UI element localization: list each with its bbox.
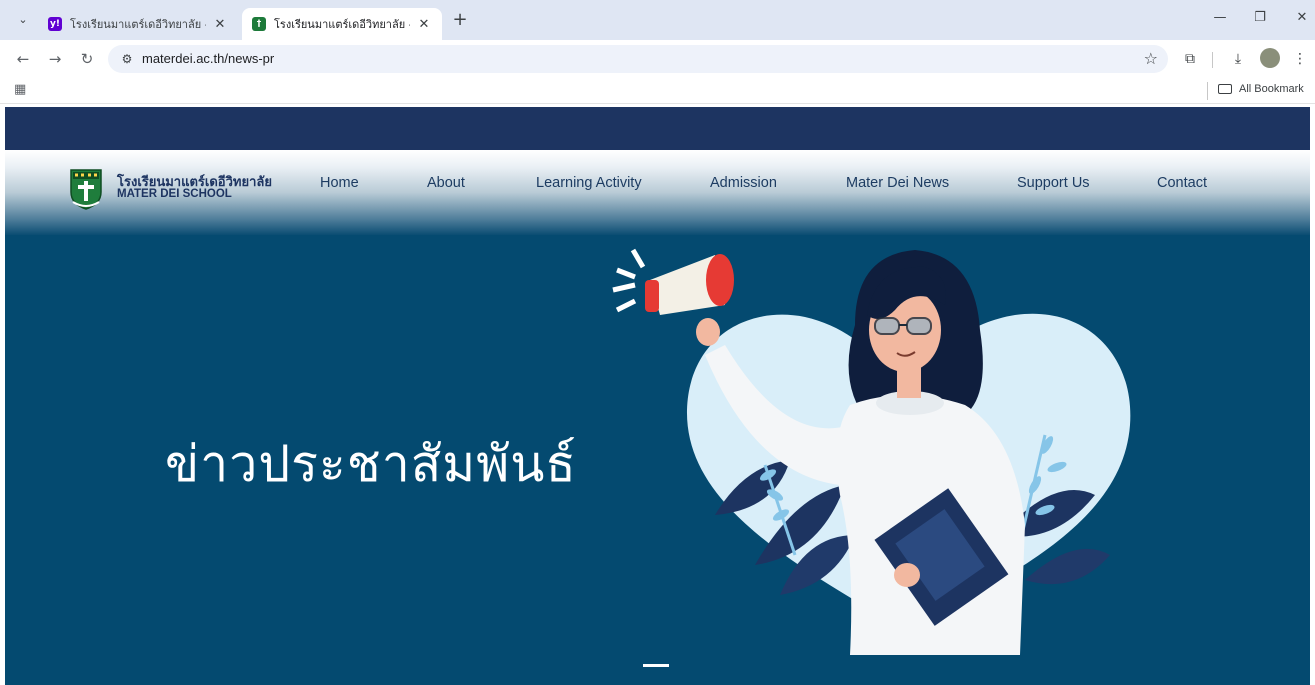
- site-navbar: โรงเรียนมาแตร์เดอีวิทยาลัย MATER DEI SCH…: [5, 150, 1310, 235]
- profile-avatar[interactable]: [1260, 48, 1280, 68]
- nav-mater-dei-news[interactable]: Mater Dei News: [846, 175, 949, 191]
- nav-contact[interactable]: Contact: [1157, 175, 1207, 191]
- close-icon[interactable]: ✕: [416, 17, 432, 32]
- megaphone-icon: [612, 248, 734, 315]
- all-bookmarks-label: All Bookmark: [1239, 83, 1304, 95]
- window-close-icon[interactable]: ✕: [1292, 10, 1312, 25]
- browser-toolbar: ← → ↻ ⚙ materdei.ac.th/news-pr ☆ ⧉ ⤓ ⋮: [0, 40, 1315, 78]
- bookmarks-divider: [1207, 82, 1208, 100]
- school-crest-icon[interactable]: [69, 168, 103, 210]
- school-crest-icon: †: [252, 17, 266, 31]
- logo-english-name[interactable]: MATER DEI SCHOOL: [117, 188, 232, 200]
- tab-search-chevron-icon[interactable]: ⌄: [14, 11, 32, 29]
- close-icon[interactable]: ✕: [212, 17, 228, 32]
- download-icon[interactable]: ⤓: [1228, 49, 1248, 69]
- nav-about[interactable]: About: [427, 175, 465, 191]
- nav-home[interactable]: Home: [320, 175, 359, 191]
- new-tab-plus-icon[interactable]: +: [450, 10, 470, 30]
- web-page: โรงเรียนมาแตร์เดอีวิทยาลัย MATER DEI SCH…: [5, 107, 1310, 685]
- site-info-icon[interactable]: ⚙: [118, 50, 136, 68]
- nav-support-us[interactable]: Support Us: [1017, 175, 1090, 191]
- back-icon[interactable]: ←: [12, 48, 34, 70]
- apps-grid-icon[interactable]: ▦: [14, 82, 26, 97]
- top-bar: [5, 107, 1310, 150]
- nav-admission[interactable]: Admission: [710, 175, 777, 191]
- restore-icon[interactable]: ❐: [1250, 10, 1270, 25]
- nav-learning-activity[interactable]: Learning Activity: [536, 175, 642, 191]
- bookmark-star-icon[interactable]: ☆: [1144, 49, 1158, 68]
- tab-school[interactable]: † โรงเรียนมาแตร์เดอีวิทยาลัย - อบรมเ ✕: [242, 8, 442, 40]
- slider-indicator[interactable]: [643, 664, 669, 667]
- tab-title: โรงเรียนมาแตร์เดอีวิทยาลัย - อบรมเ: [274, 18, 410, 31]
- forward-icon[interactable]: →: [44, 48, 66, 70]
- hero-title: ข่าวประชาสัมพันธ์: [165, 435, 577, 493]
- toolbar-divider: [1212, 52, 1213, 68]
- tab-yahoo[interactable]: y! โรงเรียนมาแตร์เดอีวิทยาลัย - Yahoo ✕: [38, 8, 238, 40]
- all-bookmarks-button[interactable]: All Bookmark: [1218, 83, 1304, 95]
- menu-kebab-icon[interactable]: ⋮: [1290, 49, 1310, 69]
- minimize-icon[interactable]: —: [1210, 10, 1230, 25]
- tab-strip: ⌄ y! โรงเรียนมาแตร์เดอีวิทยาลัย - Yahoo …: [0, 0, 1315, 40]
- reload-icon[interactable]: ↻: [76, 48, 98, 70]
- url-text[interactable]: materdei.ac.th/news-pr: [142, 51, 274, 66]
- folder-icon: [1218, 84, 1232, 94]
- tab-title: โรงเรียนมาแตร์เดอีวิทยาลัย - Yahoo: [70, 18, 206, 31]
- extensions-icon[interactable]: ⧉: [1180, 49, 1200, 69]
- hero-illustration: [612, 248, 1131, 655]
- address-bar[interactable]: ⚙ materdei.ac.th/news-pr ☆: [108, 45, 1168, 73]
- yahoo-icon: y!: [48, 17, 62, 31]
- bookmarks-bar: ▦ All Bookmark: [0, 78, 1315, 104]
